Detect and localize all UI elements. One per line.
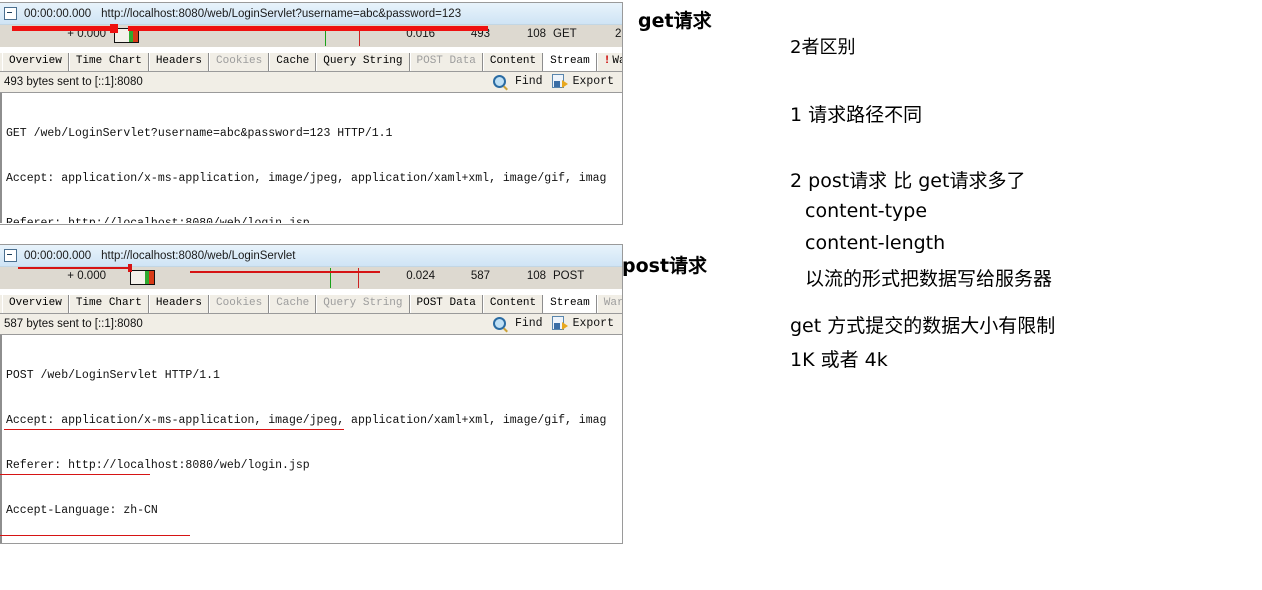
session-bytes-sent: 587	[470, 270, 490, 282]
annotation-stroke-get-3	[128, 26, 488, 31]
post-inspector-tabs[interactable]: Overview Time Chart Headers Cookies Cach…	[0, 295, 622, 314]
session-row-url[interactable]: 00:00:00.000 http://localhost:8080/web/L…	[0, 245, 622, 267]
request-line: POST /web/LoginServlet HTTP/1.1	[6, 369, 220, 382]
get-session-panel: 00:00:00.000 http://localhost:8080/web/L…	[0, 2, 623, 225]
tab-warnings[interactable]: Warnings	[596, 295, 622, 313]
post-session-panel: 00:00:00.000 http://localhost:8080/web/L…	[0, 244, 623, 544]
note-sub-content-type: content-type	[805, 200, 928, 222]
post-raw-request[interactable]: POST /web/LoginServlet HTTP/1.1 Accept: …	[0, 335, 622, 543]
find-button[interactable]: Find	[511, 75, 547, 88]
session-trailing-col: 2	[615, 28, 622, 40]
session-verb: GET	[553, 28, 577, 40]
note-point-3: get 方式提交的数据大小有限制	[790, 315, 1056, 337]
session-bytes-received: 108	[526, 270, 546, 282]
request-line: GET /web/LoginServlet?username=abc&passw…	[6, 127, 393, 140]
screenshot-root: 00:00:00.000 http://localhost:8080/web/L…	[0, 0, 1262, 590]
tab-cache[interactable]: Cache	[269, 295, 317, 313]
annotation-stroke-post-1	[18, 267, 128, 269]
get-bytes-status: 493 bytes sent to [::1]:8080	[4, 76, 143, 88]
search-icon[interactable]	[492, 316, 506, 330]
session-row-url[interactable]: 00:00:00.000 http://localhost:8080/web/L…	[0, 3, 622, 25]
get-inspector-tabs[interactable]: Overview Time Chart Headers Cookies Cach…	[0, 53, 622, 72]
tab-cookies[interactable]: Cookies	[209, 295, 270, 313]
request-line: Accept: application/x-ms-application, im…	[6, 172, 607, 185]
annotation-stroke-post-3	[190, 271, 380, 273]
note-heading: 2者区别	[790, 37, 856, 58]
get-status-bar: 493 bytes sent to [::1]:8080 Find Export	[0, 72, 622, 93]
annotation-underline-payload	[0, 535, 190, 536]
annotation-stroke-get-2	[110, 24, 118, 33]
export-icon[interactable]	[551, 74, 568, 88]
note-point-1: 1 请求路径不同	[790, 104, 923, 126]
session-bytes-received: 108	[526, 28, 546, 40]
tab-stream[interactable]: Stream	[543, 295, 597, 313]
tab-post-data[interactable]: POST Data	[409, 53, 483, 71]
tab-cookies[interactable]: Cookies	[209, 53, 270, 71]
export-button[interactable]: Export	[569, 317, 618, 330]
annotation-underline-content-type	[4, 429, 344, 430]
annotation-underline-content-length	[0, 474, 150, 475]
tab-query-string[interactable]: Query String	[316, 53, 410, 71]
get-session-header: 00:00:00.000 http://localhost:8080/web/L…	[0, 3, 622, 47]
find-button[interactable]: Find	[511, 317, 547, 330]
tab-post-data[interactable]: POST Data	[409, 295, 483, 313]
warning-bang-icon: !	[603, 55, 611, 67]
note-point-2: 2 post请求 比 get请求多了	[790, 170, 1026, 192]
note-post-label: post请求	[622, 255, 708, 277]
post-status-bar: 587 bytes sent to [::1]:8080 Find Export	[0, 314, 622, 335]
session-time: 00:00:00.000	[24, 249, 92, 262]
export-button[interactable]: Export	[569, 75, 618, 88]
tab-content[interactable]: Content	[482, 295, 544, 313]
timeline-red-seg	[149, 271, 154, 284]
collapse-minus-icon[interactable]	[4, 7, 17, 20]
tab-headers[interactable]: Headers	[148, 53, 210, 71]
timeline-offset: + 0.000	[67, 270, 106, 282]
session-url: http://localhost:8080/web/LoginServlet?u…	[101, 7, 462, 20]
note-point-4: 1K 或者 4k	[790, 349, 888, 371]
tab-overview[interactable]: Overview	[2, 295, 69, 313]
get-raw-request[interactable]: GET /web/LoginServlet?username=abc&passw…	[0, 93, 622, 223]
note-sub-content-length: content-length	[805, 232, 946, 254]
tab-time-chart[interactable]: Time Chart	[68, 53, 149, 71]
get-tools: Find Export	[492, 74, 618, 88]
tab-warnings-label: Warnings	[612, 55, 622, 67]
request-line: Accept-Language: zh-CN	[6, 504, 158, 517]
export-icon[interactable]	[551, 316, 568, 330]
request-line: Referer: http://localhost:8080/web/login…	[6, 216, 622, 223]
tab-stream[interactable]: Stream	[543, 53, 597, 71]
search-icon[interactable]	[492, 74, 506, 88]
annotation-stroke-get-1	[12, 26, 112, 31]
tab-headers[interactable]: Headers	[148, 295, 210, 313]
session-url: http://localhost:8080/web/LoginServlet	[101, 249, 296, 262]
tab-warnings[interactable]: !Warnings(2	[596, 53, 622, 71]
session-time: 00:00:00.000	[24, 7, 92, 20]
annotation-stroke-post-2	[128, 264, 132, 272]
tab-time-chart[interactable]: Time Chart	[68, 295, 149, 313]
tab-content[interactable]: Content	[482, 53, 544, 71]
tab-query-string[interactable]: Query String	[316, 295, 410, 313]
note-get-label: get请求	[638, 10, 712, 32]
post-bytes-status: 587 bytes sent to [::1]:8080	[4, 318, 143, 330]
session-verb: POST	[553, 270, 585, 282]
request-line: Referer: http://localhost:8080/web/login…	[6, 459, 310, 472]
timeline-block	[130, 270, 155, 285]
request-line: Accept: application/x-ms-application, im…	[6, 414, 607, 427]
tab-overview[interactable]: Overview	[2, 53, 69, 71]
note-sub-stream: 以流的形式把数据写给服务器	[805, 268, 1053, 290]
tab-cache[interactable]: Cache	[269, 53, 317, 71]
collapse-minus-icon[interactable]	[4, 249, 17, 262]
post-tools: Find Export	[492, 316, 618, 330]
